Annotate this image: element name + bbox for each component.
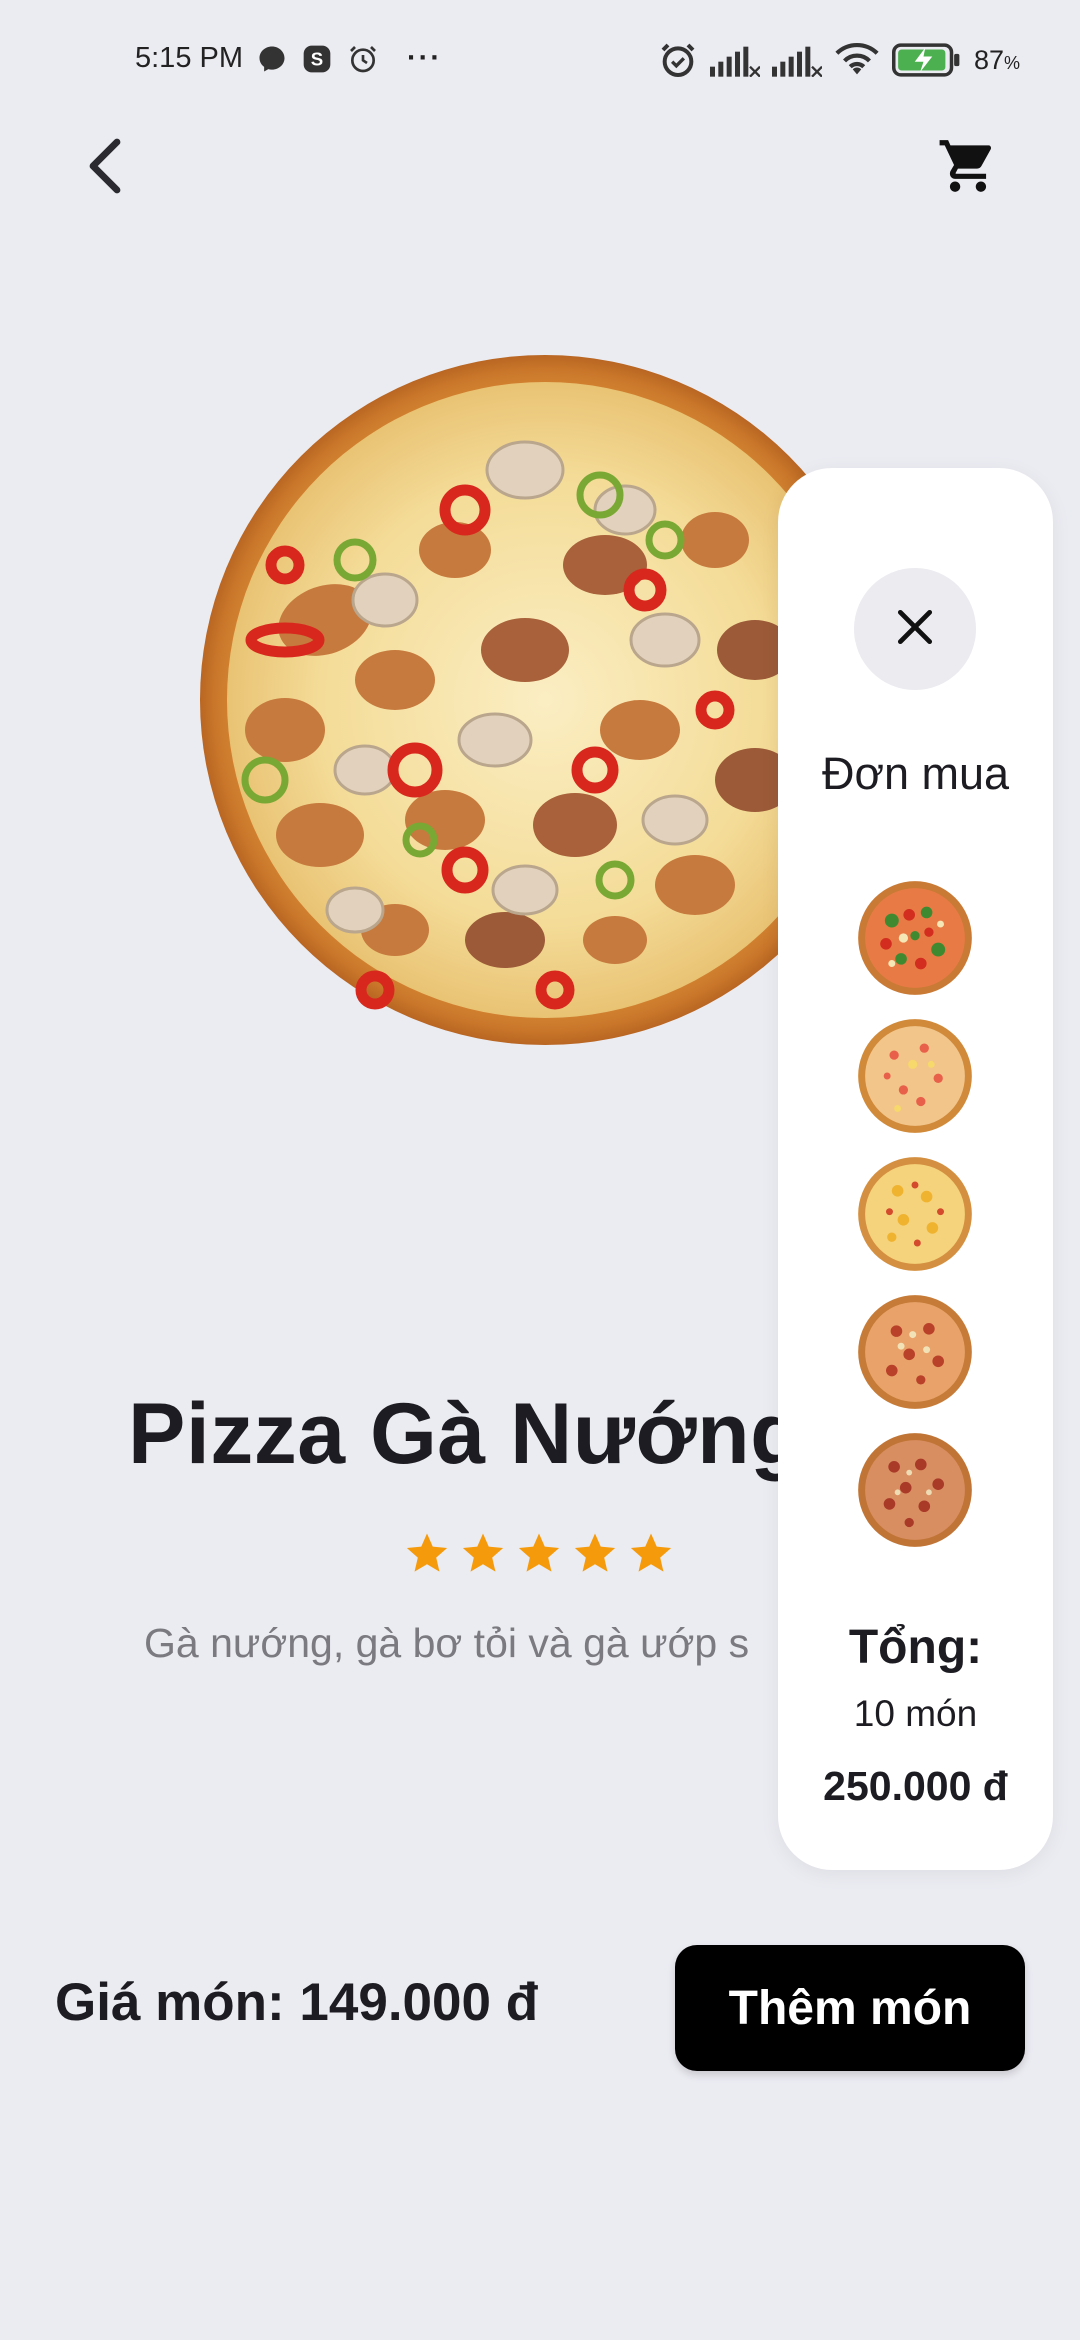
panel-title: Đơn mua (821, 748, 1010, 799)
price-label: Giá món: 149.000 đ (55, 1973, 539, 2032)
status-right: 87 % (658, 40, 1020, 80)
star-icon (460, 1530, 506, 1581)
svg-text:S: S (311, 48, 323, 69)
shopping-cart-icon (937, 135, 999, 202)
alarm-clock-icon (658, 40, 698, 80)
cart-panel: Đơn mua Tổng: 10 món 250.000 đ (778, 468, 1053, 1870)
battery-value: 87 (973, 44, 1004, 75)
pizza-thumbnail-icon (858, 1157, 972, 1271)
cart-item-thumbnail[interactable] (857, 1294, 973, 1410)
pizza-thumbnail-icon (858, 1295, 972, 1409)
back-button[interactable] (70, 128, 140, 208)
status-more: ··· (407, 42, 442, 74)
signal-icon (709, 43, 760, 77)
cart-item-thumbnail[interactable] (857, 1432, 973, 1548)
rating-stars (404, 1530, 674, 1581)
close-icon (893, 605, 937, 654)
close-panel-button[interactable] (854, 568, 976, 690)
battery-charging-icon (891, 42, 962, 78)
cart-button[interactable] (930, 130, 1006, 206)
signal-icon (771, 43, 822, 77)
pizza-thumbnail-icon (858, 1433, 972, 1547)
pizza-thumbnail-icon (858, 881, 972, 995)
star-icon (628, 1530, 674, 1581)
cart-item-thumbnail[interactable] (857, 1156, 973, 1272)
status-bar: 5:15 PM S ··· 87 % (0, 0, 1080, 120)
battery-percent: 87 % (974, 45, 1020, 76)
battery-unit: % (1003, 52, 1020, 73)
total-label: Tổng: (848, 1621, 983, 1674)
star-icon (404, 1530, 450, 1581)
chevron-left-icon (81, 134, 129, 203)
status-time: 5:15 PM (135, 42, 243, 74)
product-title: Pizza Gà Nướng (128, 1386, 804, 1482)
wifi-icon (834, 42, 880, 78)
add-to-order-button[interactable]: Thêm món (675, 1945, 1025, 2071)
messenger-icon (257, 44, 287, 74)
alarm-icon (347, 43, 379, 75)
pizza-thumbnail-icon (858, 1019, 972, 1133)
cart-item-thumbnail[interactable] (857, 1018, 973, 1134)
skype-icon: S (301, 43, 333, 75)
total-count: 10 món (853, 1693, 978, 1734)
total-amount: 250.000 đ (823, 1763, 1008, 1809)
status-left: 5:15 PM S ··· (135, 42, 442, 75)
star-icon (572, 1530, 618, 1581)
star-icon (516, 1530, 562, 1581)
product-description: Gà nướng, gà bơ tỏi và gà ướp s (144, 1620, 750, 1666)
cart-item-thumbnail[interactable] (857, 880, 973, 996)
